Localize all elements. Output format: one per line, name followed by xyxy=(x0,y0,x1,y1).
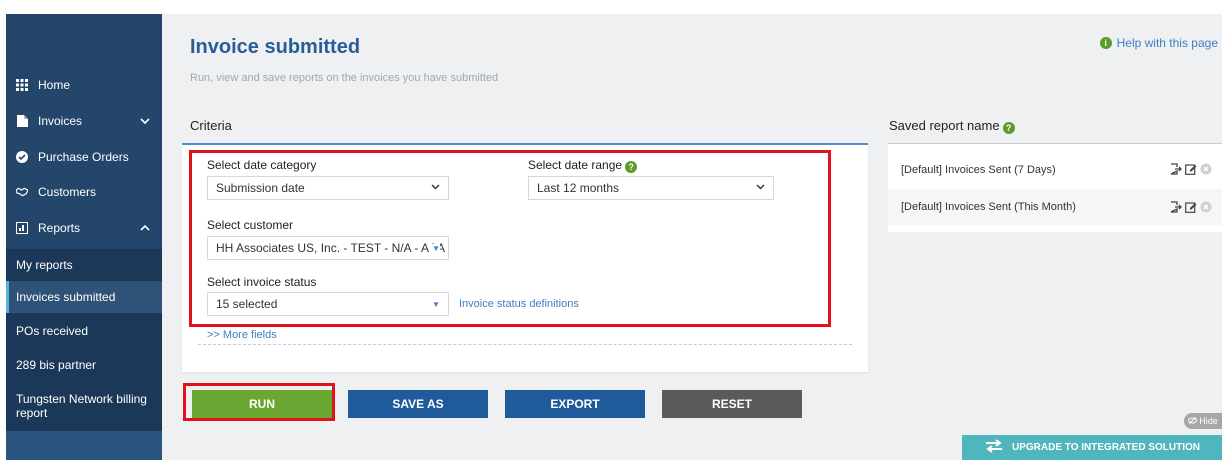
saved-report-heading-text: Saved report name xyxy=(889,118,1000,133)
more-fields-divider xyxy=(198,344,852,345)
sidebar-item-my-reports[interactable]: My reports xyxy=(6,249,162,281)
saved-report-name: [Default] Invoices Sent (7 Days) xyxy=(901,164,1056,176)
sidebar-item-label: Invoices xyxy=(38,114,83,128)
sidebar-item-invoices-submitted[interactable]: Invoices submitted xyxy=(6,281,162,313)
delete-icon[interactable] xyxy=(1200,163,1212,178)
upgrade-button[interactable]: UPGRADE TO INTEGRATED SOLUTION xyxy=(962,435,1222,460)
help-link[interactable]: i Help with this page xyxy=(1099,36,1218,50)
handshake-icon xyxy=(16,186,28,198)
question-icon[interactable]: ? xyxy=(1002,122,1015,134)
run-report-icon[interactable] xyxy=(1170,201,1182,216)
sidebar-footer xyxy=(6,431,162,460)
sidebar-item-289-bis-partner[interactable]: 289 bis partner xyxy=(6,349,162,381)
sidebar-item-label: POs received xyxy=(16,324,89,338)
export-button[interactable]: EXPORT xyxy=(505,390,645,418)
sidebar-item-label: 289 bis partner xyxy=(16,358,97,372)
chevron-up-icon xyxy=(140,223,150,234)
saved-reports-list: [Default] Invoices Sent (7 Days) [Defaul… xyxy=(888,144,1222,232)
sidebar-item-label: Home xyxy=(38,78,71,92)
criteria-highlight-box xyxy=(189,150,831,327)
sidebar-item-pos-received[interactable]: POs received xyxy=(6,315,162,347)
page-subtitle: Run, view and save reports on the invoic… xyxy=(190,72,499,84)
sidebar-item-label: Customers xyxy=(38,185,97,199)
saved-report-name: [Default] Invoices Sent (This Month) xyxy=(901,201,1076,213)
top-border xyxy=(0,0,1222,14)
sidebar-item-customers[interactable]: Customers xyxy=(6,176,162,208)
sidebar-item-home[interactable]: Home xyxy=(6,69,162,101)
saved-report-row[interactable]: [Default] Invoices Sent (This Month) xyxy=(888,189,1222,225)
page-title: Invoice submitted xyxy=(190,36,361,58)
run-button[interactable]: RUN xyxy=(192,390,332,418)
sidebar-item-billing-report[interactable]: Tungsten Network billing report xyxy=(6,383,154,429)
info-icon: i xyxy=(1099,37,1112,49)
run-report-icon[interactable] xyxy=(1170,163,1182,178)
grid-icon xyxy=(16,79,28,91)
check-circle-icon xyxy=(16,151,28,163)
reset-button[interactable]: RESET xyxy=(662,390,802,418)
upgrade-label: UPGRADE TO INTEGRATED SOLUTION xyxy=(1012,442,1200,453)
sidebar-item-reports[interactable]: Reports xyxy=(6,212,162,244)
report-icon xyxy=(16,222,28,234)
edit-icon[interactable] xyxy=(1185,163,1197,178)
save-as-button[interactable]: SAVE AS xyxy=(348,390,488,418)
reports-submenu: My reports Invoices submitted POs receiv… xyxy=(6,249,162,431)
edit-icon[interactable] xyxy=(1185,201,1197,216)
chevron-down-icon xyxy=(140,116,150,127)
hide-label: Hide xyxy=(1199,416,1218,426)
sidebar: Home Invoices Purchase Orders Customers … xyxy=(6,14,162,460)
sidebar-item-invoices[interactable]: Invoices xyxy=(6,105,162,137)
sidebar-item-label: My reports xyxy=(16,258,73,272)
main-content: Invoice submitted Run, view and save rep… xyxy=(162,14,1222,460)
saved-report-heading: Saved report name? xyxy=(889,118,1015,134)
sidebar-item-label: Purchase Orders xyxy=(38,150,129,164)
eye-slash-icon xyxy=(1188,416,1198,426)
saved-report-actions xyxy=(1170,201,1212,216)
criteria-heading: Criteria xyxy=(190,118,232,133)
swap-arrows-icon xyxy=(984,439,1004,456)
sidebar-item-label: Tungsten Network billing report xyxy=(16,392,147,420)
hide-toggle[interactable]: Hide xyxy=(1184,413,1222,429)
saved-report-actions xyxy=(1170,163,1212,178)
sidebar-item-label: Invoices submitted xyxy=(16,290,116,304)
document-icon xyxy=(16,115,28,127)
more-fields-link[interactable]: >> More fields xyxy=(207,329,277,341)
saved-report-row[interactable]: [Default] Invoices Sent (7 Days) xyxy=(888,151,1222,189)
sidebar-item-purchase-orders[interactable]: Purchase Orders xyxy=(6,141,162,173)
help-label: Help with this page xyxy=(1116,36,1218,50)
sidebar-item-label: Reports xyxy=(38,221,81,235)
delete-icon[interactable] xyxy=(1200,201,1212,216)
